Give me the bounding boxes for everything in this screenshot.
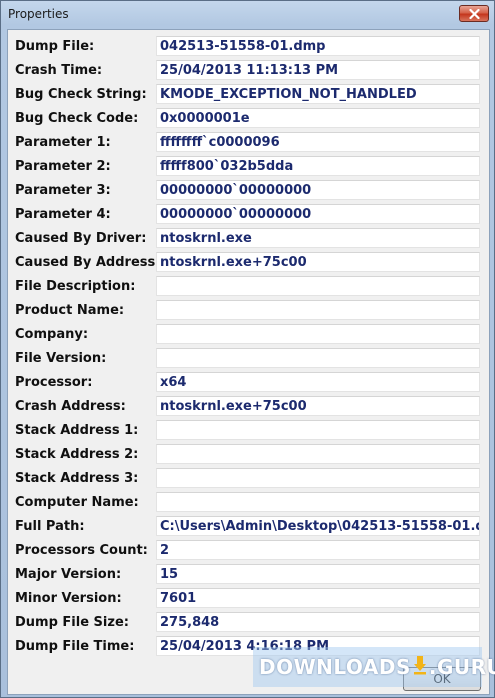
property-label: Parameter 1: bbox=[15, 135, 111, 150]
property-row: Bug Check Code: 0x0000001e bbox=[8, 107, 489, 131]
property-row: File Version: bbox=[8, 347, 489, 371]
property-value-field[interactable] bbox=[156, 300, 480, 320]
close-icon bbox=[469, 9, 480, 19]
property-label: Full Path: bbox=[15, 519, 85, 534]
watermark-text-left: DOWNLOADS bbox=[259, 655, 411, 679]
property-label: Crash Address: bbox=[15, 399, 126, 414]
properties-panel: Dump File: 042513-51558-01.dmp Crash Time:… bbox=[7, 29, 490, 695]
property-label: Bug Check String: bbox=[15, 87, 147, 102]
property-label: Minor Version: bbox=[15, 591, 122, 606]
window-title: Properties bbox=[8, 7, 69, 21]
property-value-field[interactable]: 275,848 bbox=[156, 612, 480, 632]
property-value-field[interactable]: fffff800`032b5dda bbox=[156, 156, 480, 176]
property-label: Caused By Address: bbox=[15, 255, 161, 270]
property-value-field[interactable] bbox=[156, 276, 480, 296]
property-label: Processors Count: bbox=[15, 543, 148, 558]
close-button[interactable] bbox=[459, 5, 489, 22]
property-value-field[interactable]: x64 bbox=[156, 372, 480, 392]
property-label: Parameter 4: bbox=[15, 207, 111, 222]
property-row: Minor Version: 7601 bbox=[8, 587, 489, 611]
property-value-field[interactable] bbox=[156, 348, 480, 368]
property-label: Processor: bbox=[15, 375, 93, 390]
property-row: Dump File Size: 275,848 bbox=[8, 611, 489, 635]
property-row: Parameter 1: ffffffff`c0000096 bbox=[8, 131, 489, 155]
property-value-field[interactable] bbox=[156, 444, 480, 464]
property-value-field[interactable]: 25/04/2013 11:13:13 PM bbox=[156, 60, 480, 80]
property-row: Processors Count: 2 bbox=[8, 539, 489, 563]
property-row: Stack Address 2: bbox=[8, 443, 489, 467]
property-label: Dump File: bbox=[15, 39, 95, 54]
property-value-field[interactable]: ffffffff`c0000096 bbox=[156, 132, 480, 152]
property-value-field[interactable]: 00000000`00000000 bbox=[156, 180, 480, 200]
property-value-field[interactable] bbox=[156, 324, 480, 344]
property-value-field[interactable] bbox=[156, 468, 480, 488]
property-value-field[interactable]: C:\Users\Admin\Desktop\042513-51558-01.d… bbox=[156, 516, 480, 536]
property-label: Stack Address 2: bbox=[15, 447, 139, 462]
property-value-field[interactable]: 7601 bbox=[156, 588, 480, 608]
property-label: Crash Time: bbox=[15, 63, 103, 78]
property-row: Parameter 2: fffff800`032b5dda bbox=[8, 155, 489, 179]
watermark-text-right: .GURU bbox=[428, 655, 495, 679]
property-value-field[interactable]: 2 bbox=[156, 540, 480, 560]
property-value-field[interactable] bbox=[156, 492, 480, 512]
property-label: File Description: bbox=[15, 279, 136, 294]
property-row: Stack Address 1: bbox=[8, 419, 489, 443]
property-value-field[interactable]: ntoskrnl.exe+75c00 bbox=[156, 396, 480, 416]
property-label: Parameter 3: bbox=[15, 183, 111, 198]
property-row: Caused By Address: ntoskrnl.exe+75c00 bbox=[8, 251, 489, 275]
property-row: Major Version: 15 bbox=[8, 563, 489, 587]
property-row: Full Path: C:\Users\Admin\Desktop\042513-… bbox=[8, 515, 489, 539]
property-row: Parameter 3: 00000000`00000000 bbox=[8, 179, 489, 203]
property-value-field[interactable]: ntoskrnl.exe bbox=[156, 228, 480, 248]
property-label: Dump File Size: bbox=[15, 615, 129, 630]
property-row: Stack Address 3: bbox=[8, 467, 489, 491]
property-row: Caused By Driver: ntoskrnl.exe bbox=[8, 227, 489, 251]
title-bar[interactable]: Properties bbox=[1, 1, 494, 27]
property-label: File Version: bbox=[15, 351, 107, 366]
property-row: Crash Time: 25/04/2013 11:13:13 PM bbox=[8, 59, 489, 83]
property-label: Caused By Driver: bbox=[15, 231, 147, 246]
property-label: Computer Name: bbox=[15, 495, 139, 510]
watermark-logo: DOWNLOADS .GURU bbox=[253, 647, 495, 687]
property-value-field[interactable] bbox=[156, 420, 480, 440]
property-label: Parameter 2: bbox=[15, 159, 111, 174]
properties-window: Properties Dump File: 042513-51558-01.dmp… bbox=[0, 0, 495, 698]
property-row: File Description: bbox=[8, 275, 489, 299]
property-value-field[interactable]: 00000000`00000000 bbox=[156, 204, 480, 224]
property-value-field[interactable]: 042513-51558-01.dmp bbox=[156, 36, 480, 56]
property-row: Parameter 4: 00000000`00000000 bbox=[8, 203, 489, 227]
property-row: Company: bbox=[8, 323, 489, 347]
property-row: Computer Name: bbox=[8, 491, 489, 515]
download-arrow-icon bbox=[413, 655, 427, 679]
property-row: Processor: x64 bbox=[8, 371, 489, 395]
property-row: Crash Address: ntoskrnl.exe+75c00 bbox=[8, 395, 489, 419]
property-label: Dump File Time: bbox=[15, 639, 135, 654]
property-value-field[interactable]: 0x0000001e bbox=[156, 108, 480, 128]
property-row: Product Name: bbox=[8, 299, 489, 323]
property-label: Major Version: bbox=[15, 567, 122, 582]
property-label: Stack Address 1: bbox=[15, 423, 139, 438]
property-row: Bug Check String: KMODE_EXCEPTION_NOT_HAN… bbox=[8, 83, 489, 107]
property-label: Bug Check Code: bbox=[15, 111, 139, 126]
property-row: Dump File: 042513-51558-01.dmp bbox=[8, 35, 489, 59]
property-value-field[interactable]: 15 bbox=[156, 564, 480, 584]
property-label: Product Name: bbox=[15, 303, 125, 318]
property-value-field[interactable]: ntoskrnl.exe+75c00 bbox=[156, 252, 480, 272]
property-value-field[interactable]: KMODE_EXCEPTION_NOT_HANDLED bbox=[156, 84, 480, 104]
property-label: Stack Address 3: bbox=[15, 471, 139, 486]
property-label: Company: bbox=[15, 327, 89, 342]
